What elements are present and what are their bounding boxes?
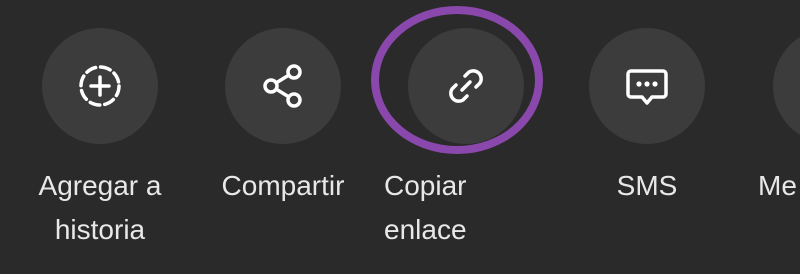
share-icon-circle — [225, 28, 341, 144]
messenger-button[interactable]: Me — [740, 28, 800, 258]
share-icon — [263, 64, 302, 108]
sms-icon — [626, 69, 668, 105]
sms-icon-circle — [589, 28, 705, 144]
share-label: Compartir — [221, 170, 345, 201]
share-sheet-row: Agregar a historia Compartir Copiar enla… — [0, 0, 800, 274]
messenger-label: Me — [758, 170, 797, 201]
add-to-story-button[interactable]: Agregar a historia — [10, 28, 190, 258]
add-to-story-icon-circle — [42, 28, 158, 144]
copy-link-label: Copiar enlace — [384, 170, 467, 245]
sms-button[interactable]: SMS — [557, 28, 737, 258]
sms-label: SMS — [616, 170, 678, 201]
messenger-icon-circle — [773, 28, 800, 144]
copy-link-icon-circle — [408, 28, 524, 144]
copy-link-button[interactable]: Copiar enlace — [376, 28, 556, 258]
share-button[interactable]: Compartir — [193, 28, 373, 258]
add-to-story-label: Agregar a historia — [38, 170, 162, 245]
link-icon — [449, 69, 483, 103]
story-add-icon — [79, 65, 121, 107]
